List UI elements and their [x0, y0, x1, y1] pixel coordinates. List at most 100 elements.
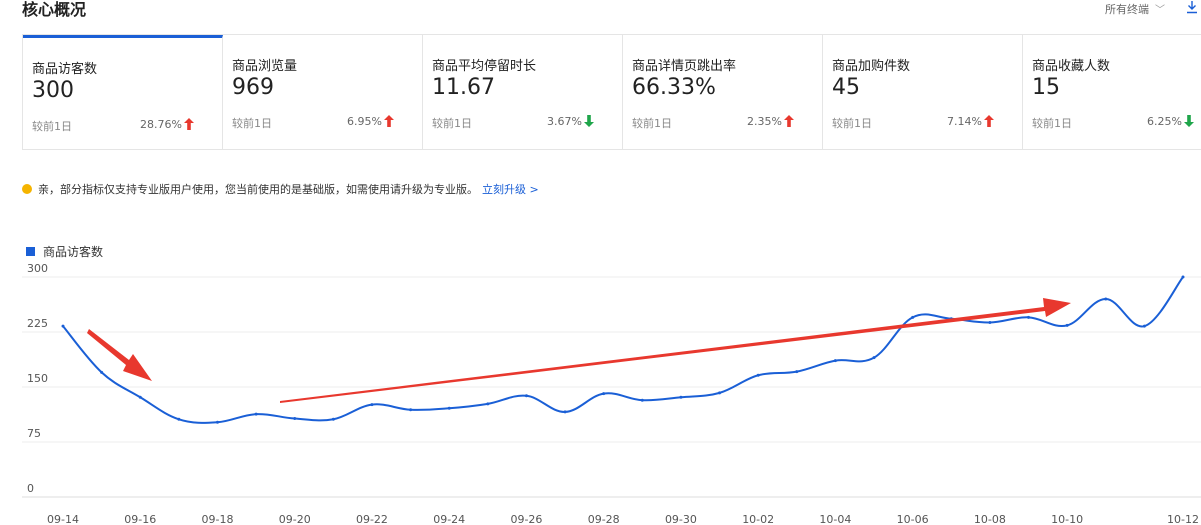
data-point[interactable]	[254, 412, 258, 416]
data-point[interactable]	[563, 410, 567, 414]
data-point[interactable]	[1027, 315, 1031, 319]
data-point[interactable]	[138, 395, 142, 399]
chevron-down-icon: ﹀	[1155, 5, 1165, 16]
y-tick-label: 300	[27, 262, 48, 275]
data-point[interactable]	[293, 417, 297, 421]
data-point[interactable]	[795, 370, 799, 374]
metric-label: 商品浏览量	[232, 59, 298, 74]
metric-card-favorites[interactable]: 商品收藏人数 15 较前1日 6.25%	[1023, 35, 1201, 149]
metric-label: 商品加购件数	[832, 59, 911, 74]
y-tick-label: 225	[27, 317, 48, 330]
visitor-line-chart: 0 75 150 225 300 09-14 09-16 09-18 09-20 09-22 09…	[22, 262, 1201, 525]
data-point[interactable]	[331, 417, 335, 421]
metric-card-visitors[interactable]: 商品访客数 300 较前1日 28.76%	[23, 35, 223, 149]
data-point[interactable]	[370, 403, 374, 407]
x-tick-label: 09-18	[201, 513, 233, 525]
metric-percent: 2.35%	[747, 115, 782, 128]
metric-percent: 28.76%	[140, 118, 182, 131]
metric-compare: 较前1日	[432, 117, 472, 130]
data-point[interactable]	[640, 398, 644, 402]
metric-compare: 较前1日	[32, 120, 72, 133]
x-tick-label: 09-16	[124, 513, 156, 525]
metric-cards: 商品访客数 300 较前1日 28.76% 商品浏览量 969 较前1日 6.9…	[22, 34, 1201, 150]
x-tick-label: 10-12	[1167, 513, 1199, 525]
data-point[interactable]	[679, 395, 683, 399]
x-tick-label: 10-06	[897, 513, 929, 525]
info-icon	[22, 184, 32, 194]
notice-text: 亲，部分指标仅支持专业版用户使用，您当前使用的是基础版，如需使用请升级为专业版。	[38, 183, 478, 196]
data-point[interactable]	[177, 417, 181, 421]
x-tick-label: 10-02	[742, 513, 774, 525]
metric-percent: 7.14%	[947, 115, 982, 128]
metric-value: 11.67	[432, 75, 495, 100]
data-point[interactable]	[1104, 297, 1108, 301]
data-point[interactable]	[447, 406, 451, 410]
metric-compare: 较前1日	[1032, 117, 1072, 130]
data-point[interactable]	[988, 320, 992, 324]
data-point[interactable]	[486, 402, 490, 406]
metric-value: 15	[1032, 75, 1060, 100]
legend-swatch	[26, 247, 35, 256]
metric-value: 969	[232, 75, 274, 100]
metric-label: 商品平均停留时长	[432, 59, 537, 74]
metric-card-bounce-rate[interactable]: 商品详情页跳出率 66.33% 较前1日 2.35%	[623, 35, 823, 149]
metric-percent: 3.67%	[547, 115, 582, 128]
arrow-up-icon	[984, 115, 994, 127]
data-point[interactable]	[215, 420, 219, 424]
arrow-up-icon	[784, 115, 794, 127]
arrow-up-icon	[184, 118, 194, 130]
metric-label: 商品详情页跳出率	[632, 59, 737, 74]
metric-card-pageviews[interactable]: 商品浏览量 969 较前1日 6.95%	[223, 35, 423, 149]
x-tick-label: 09-14	[47, 513, 79, 525]
metric-label: 商品访客数	[32, 62, 98, 77]
x-tick-label: 10-08	[974, 513, 1006, 525]
upgrade-link[interactable]: 立刻升级 >	[482, 183, 539, 196]
header: 核心概况 所有终端 ﹀	[0, 0, 1201, 34]
terminal-select-label: 所有终端	[1105, 3, 1149, 16]
legend-label: 商品访客数	[43, 245, 104, 259]
chart-legend[interactable]: 商品访客数	[26, 245, 103, 259]
arrow-down-icon	[584, 115, 594, 127]
data-point[interactable]	[409, 408, 413, 412]
metric-value: 300	[32, 78, 74, 103]
arrow-down-icon	[1184, 115, 1194, 127]
data-point[interactable]	[602, 392, 606, 396]
data-point[interactable]	[718, 391, 722, 395]
data-point[interactable]	[1181, 275, 1185, 279]
annotation-arrow-down	[87, 329, 152, 381]
metric-card-add-to-cart[interactable]: 商品加购件数 45 较前1日 7.14%	[823, 35, 1023, 149]
y-tick-label: 150	[27, 372, 48, 385]
x-tick-label: 09-26	[510, 513, 542, 525]
terminal-select[interactable]: 所有终端 ﹀	[1105, 2, 1165, 19]
y-tick-label: 75	[27, 427, 41, 440]
x-tick-label: 09-28	[588, 513, 620, 525]
y-tick-label: 0	[27, 482, 34, 495]
x-tick-label: 10-04	[819, 513, 851, 525]
x-tick-label: 09-22	[356, 513, 388, 525]
data-point[interactable]	[911, 315, 915, 319]
metric-percent: 6.95%	[347, 115, 382, 128]
download-icon[interactable]	[1185, 0, 1199, 16]
data-point[interactable]	[100, 370, 104, 374]
x-tick-label: 09-20	[279, 513, 311, 525]
metric-value: 45	[832, 75, 860, 100]
metric-percent: 6.25%	[1147, 115, 1182, 128]
data-point[interactable]	[61, 324, 65, 328]
x-tick-label: 09-30	[665, 513, 697, 525]
data-point[interactable]	[833, 359, 837, 363]
metric-label: 商品收藏人数	[1032, 59, 1111, 74]
metric-compare: 较前1日	[232, 117, 272, 130]
metric-compare: 较前1日	[632, 117, 672, 130]
metric-value: 66.33%	[632, 75, 716, 100]
metric-compare: 较前1日	[832, 117, 872, 130]
data-point[interactable]	[524, 394, 528, 398]
data-point[interactable]	[756, 373, 760, 377]
upgrade-notice: 亲，部分指标仅支持专业版用户使用，您当前使用的是基础版，如需使用请升级为专业版。…	[22, 183, 539, 197]
metric-card-avg-stay[interactable]: 商品平均停留时长 11.67 较前1日 3.67%	[423, 35, 623, 149]
data-point[interactable]	[1065, 323, 1069, 327]
data-point[interactable]	[1142, 324, 1146, 328]
data-point[interactable]	[872, 356, 876, 360]
x-tick-label: 10-10	[1051, 513, 1083, 525]
arrow-up-icon	[384, 115, 394, 127]
series-line	[62, 276, 1184, 424]
